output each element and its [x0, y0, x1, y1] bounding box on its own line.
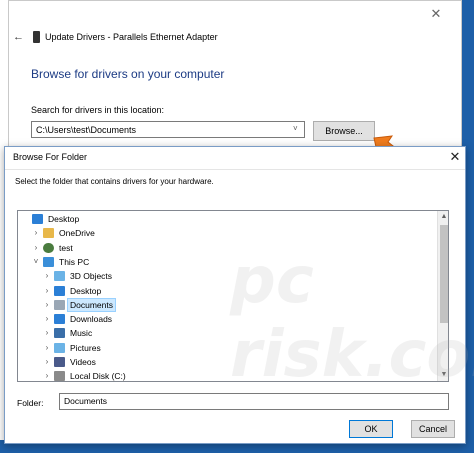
back-arrow-icon[interactable]: ←	[13, 31, 24, 43]
cancel-button[interactable]: Cancel	[411, 420, 455, 438]
3d-objects-icon	[54, 271, 65, 282]
device-icon	[33, 31, 40, 43]
tree-item-label: This PC	[59, 256, 90, 267]
tree-item-label: OneDrive	[59, 228, 95, 239]
folder-label: Folder:	[17, 398, 44, 408]
desktop-folder-icon	[32, 214, 43, 224]
tree-item[interactable]: › Documents	[18, 297, 436, 312]
chevron-right-icon[interactable]: ›	[32, 226, 40, 240]
scroll-thumb[interactable]	[440, 225, 448, 323]
ok-button[interactable]: OK	[349, 420, 393, 438]
tree-item-label: Videos	[70, 357, 96, 367]
driver-path-combobox[interactable]: C:\Users\test\Documents	[31, 121, 305, 138]
desktop-icon	[54, 285, 65, 296]
tree-item-label: Documents	[67, 297, 116, 312]
chevron-right-icon[interactable]: ›	[43, 298, 51, 312]
update-drivers-window: ✕ ← Update Drivers - Parallels Ethernet …	[8, 0, 462, 150]
dialog-title: Browse For Folder	[13, 152, 88, 162]
tree-item[interactable]: › 3D Objects	[18, 269, 436, 283]
scroll-down-icon[interactable]: ▼	[438, 369, 448, 381]
chevron-down-icon[interactable]: ˅	[32, 255, 40, 269]
chevron-down-icon[interactable]: ˅	[293, 124, 298, 133]
search-location-label: Search for drivers in this location:	[31, 105, 165, 115]
browse-button[interactable]: Browse...	[313, 121, 375, 141]
tree-item[interactable]: › Local Disk (C:)	[18, 369, 436, 382]
window-title: Update Drivers - Parallels Ethernet Adap…	[45, 32, 218, 42]
videos-icon	[54, 357, 65, 367]
chevron-right-icon[interactable]: ›	[43, 326, 51, 340]
chevron-right-icon[interactable]: ›	[43, 341, 51, 355]
onedrive-folder-icon	[43, 228, 54, 239]
browse-for-folder-dialog: Browse For Folder ✕ Select the folder th…	[4, 146, 466, 444]
tree-item[interactable]: Desktop	[18, 212, 436, 226]
chevron-right-icon[interactable]: ›	[32, 241, 40, 255]
tree-item[interactable]: › test	[18, 241, 436, 255]
folder-input[interactable]: Documents	[59, 393, 449, 410]
tree-item-label: test	[59, 242, 73, 253]
pictures-icon	[54, 342, 65, 353]
tree-item-label: Downloads	[70, 314, 113, 325]
tree-item-label: 3D Objects	[70, 271, 113, 282]
chevron-right-icon[interactable]: ›	[43, 284, 51, 298]
pc-icon	[43, 256, 54, 267]
user-icon	[43, 242, 54, 253]
downloads-icon	[54, 314, 65, 325]
tree-item-label: Local Disk (C:)	[70, 371, 126, 382]
tree-scrollbar[interactable]: ▲ ▼	[437, 211, 448, 381]
dialog-instruction: Select the folder that contains drivers …	[15, 177, 214, 186]
tree-item-label: Desktop	[70, 285, 102, 296]
close-icon[interactable]: ✕	[447, 149, 463, 165]
divider	[5, 169, 465, 170]
chevron-right-icon[interactable]: ›	[43, 369, 51, 381]
tree-item[interactable]: › Desktop	[18, 284, 436, 298]
tree-item-label: Music	[70, 328, 93, 339]
chevron-right-icon[interactable]: ›	[43, 312, 51, 326]
tree-item-label: Pictures	[70, 342, 101, 353]
folder-tree[interactable]: Desktop › OneDrive › test ˅ This PC › 3D Objects…	[17, 210, 449, 382]
chevron-right-icon[interactable]: ›	[43, 355, 51, 369]
disk-icon	[54, 371, 65, 381]
tree-item[interactable]: › Downloads	[18, 312, 436, 326]
tree-item[interactable]: ˅ This PC	[18, 255, 436, 269]
tree-item-label: Desktop	[48, 214, 80, 224]
close-icon[interactable]: ✕	[428, 6, 444, 22]
music-icon	[54, 328, 65, 339]
documents-icon	[54, 299, 65, 310]
tree-item[interactable]: › OneDrive	[18, 226, 436, 240]
tree-item[interactable]: › Pictures	[18, 341, 436, 355]
tree-item[interactable]: › Music	[18, 326, 436, 340]
page-heading: Browse for drivers on your computer	[31, 67, 225, 81]
scroll-up-icon[interactable]: ▲	[438, 211, 448, 223]
chevron-right-icon[interactable]: ›	[43, 269, 51, 283]
tree-item[interactable]: › Videos	[18, 355, 436, 369]
